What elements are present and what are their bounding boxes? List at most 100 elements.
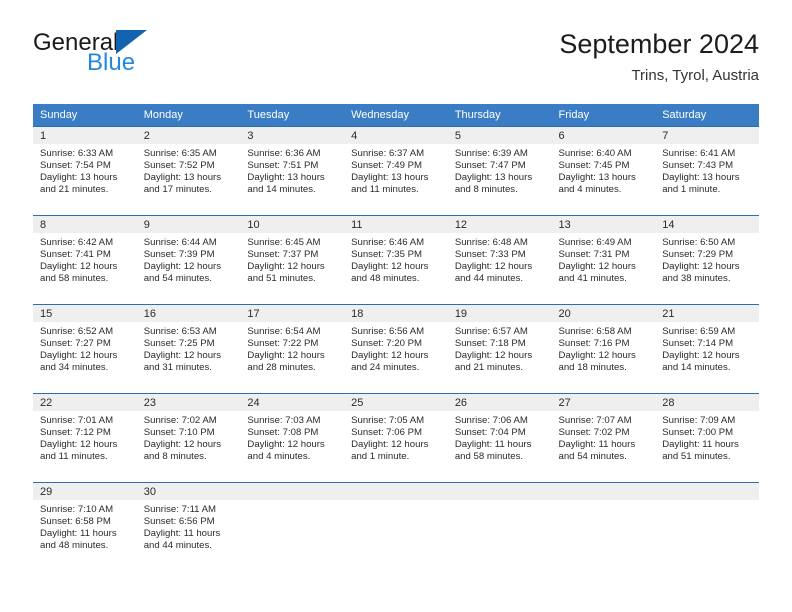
- day-cell[interactable]: 21 Sunrise: 6:59 AM Sunset: 7:14 PM Dayligh…: [655, 304, 759, 393]
- day-details: Sunrise: 7:11 AM Sunset: 6:56 PM Daylight:…: [137, 500, 241, 552]
- day-cell[interactable]: 7 Sunrise: 6:41 AM Sunset: 7:43 PM Daylight…: [655, 126, 759, 215]
- daylight-text-line1: Daylight: 11 hours: [143, 528, 221, 540]
- day-cell[interactable]: 26 Sunrise: 7:06 AM Sunset: 7:04 PM Dayligh…: [447, 393, 552, 482]
- day-cell[interactable]: 17 Sunrise: 6:54 AM Sunset: 7:22 PM Dayligh…: [240, 304, 345, 393]
- calendar-week-row: 22 Sunrise: 7:01 AM Sunset: 7:12 PM Dayligh…: [33, 393, 759, 482]
- day-details: Sunrise: 6:58 AM Sunset: 7:16 PM Daylight:…: [552, 322, 656, 374]
- daylight-text-line2: and 4 minutes.: [247, 451, 311, 463]
- daylight-text-line2: and 11 minutes.: [40, 451, 108, 463]
- day-cell[interactable]: 14 Sunrise: 6:50 AM Sunset: 7:29 PM Dayligh…: [655, 215, 759, 304]
- day-details: Sunrise: 6:45 AM Sunset: 7:37 PM Daylight:…: [240, 233, 344, 285]
- day-details: Sunrise: 6:49 AM Sunset: 7:31 PM Daylight:…: [552, 233, 656, 285]
- sunrise-text: Sunrise: 7:11 AM: [143, 504, 217, 515]
- day-cell[interactable]: 13 Sunrise: 6:49 AM Sunset: 7:31 PM Dayligh…: [551, 215, 656, 304]
- day-cell[interactable]: 28 Sunrise: 7:09 AM Sunset: 7:00 PM Dayligh…: [655, 393, 759, 482]
- sunset-text: Sunset: 7:33 PM: [454, 249, 526, 261]
- daylight-text-line2: and 4 minutes.: [558, 184, 622, 196]
- day-details: Sunrise: 6:52 AM Sunset: 7:27 PM Daylight:…: [33, 322, 137, 374]
- day-number: 11: [344, 216, 448, 233]
- sunrise-text: Sunrise: 6:33 AM: [40, 148, 114, 159]
- sunset-text: Sunset: 7:37 PM: [247, 249, 319, 261]
- daylight-text-line1: Daylight: 12 hours: [143, 261, 222, 273]
- day-number: 8: [33, 216, 137, 233]
- daylight-text-line2: and 58 minutes.: [40, 273, 109, 285]
- day-cell[interactable]: 12 Sunrise: 6:48 AM Sunset: 7:33 PM Dayligh…: [447, 215, 552, 304]
- brand-logo[interactable]: General Blue: [33, 26, 233, 90]
- sunset-text: Sunset: 7:31 PM: [558, 249, 630, 261]
- daylight-text-line2: and 58 minutes.: [454, 451, 524, 463]
- day-details: Sunrise: 6:46 AM Sunset: 7:35 PM Daylight:…: [344, 233, 448, 285]
- day-cell[interactable]: 10 Sunrise: 6:45 AM Sunset: 7:37 PM Dayligh…: [240, 215, 345, 304]
- day-cell[interactable]: 2 Sunrise: 6:35 AM Sunset: 7:52 PM Daylight…: [136, 126, 241, 215]
- daylight-text-line2: and 14 minutes.: [662, 362, 731, 374]
- daylight-text-line1: Daylight: 12 hours: [143, 439, 222, 451]
- day-cell[interactable]: 19 Sunrise: 6:57 AM Sunset: 7:18 PM Dayligh…: [447, 304, 552, 393]
- day-cell[interactable]: 18 Sunrise: 6:56 AM Sunset: 7:20 PM Dayligh…: [344, 304, 448, 393]
- day-cell[interactable]: 23 Sunrise: 7:02 AM Sunset: 7:10 PM Dayligh…: [136, 393, 241, 482]
- day-cell[interactable]: 25 Sunrise: 7:05 AM Sunset: 7:06 PM Dayligh…: [344, 393, 448, 482]
- sunset-text: Sunset: 7:35 PM: [351, 249, 423, 261]
- day-details: [344, 500, 448, 504]
- day-number: 9: [136, 216, 241, 233]
- day-cell[interactable]: 22 Sunrise: 7:01 AM Sunset: 7:12 PM Dayligh…: [33, 393, 137, 482]
- sunrise-text: Sunrise: 6:56 AM: [351, 326, 425, 337]
- day-cell[interactable]: 11 Sunrise: 6:46 AM Sunset: 7:35 PM Dayligh…: [344, 215, 448, 304]
- day-cell[interactable]: 27 Sunrise: 7:07 AM Sunset: 7:02 PM Dayligh…: [551, 393, 656, 482]
- day-number: 5: [447, 127, 552, 144]
- day-number: 30: [136, 483, 241, 500]
- day-cell[interactable]: 15 Sunrise: 6:52 AM Sunset: 7:27 PM Dayligh…: [33, 304, 137, 393]
- day-details: Sunrise: 7:05 AM Sunset: 7:06 PM Daylight:…: [344, 411, 448, 463]
- daylight-text-line1: Daylight: 11 hours: [454, 439, 532, 451]
- day-cell[interactable]: 24 Sunrise: 7:03 AM Sunset: 7:08 PM Dayligh…: [240, 393, 345, 482]
- weekday-header-monday: Monday: [136, 104, 241, 126]
- day-details: Sunrise: 7:10 AM Sunset: 6:58 PM Daylight:…: [33, 500, 137, 552]
- sunset-text: Sunset: 7:08 PM: [247, 427, 319, 439]
- daylight-text-line2: and 38 minutes.: [662, 273, 731, 285]
- day-details: Sunrise: 7:09 AM Sunset: 7:00 PM Daylight:…: [655, 411, 759, 463]
- day-cell[interactable]: 16 Sunrise: 6:53 AM Sunset: 7:25 PM Dayligh…: [136, 304, 241, 393]
- sunrise-text: Sunrise: 6:52 AM: [40, 326, 114, 337]
- day-cell-empty: [551, 482, 656, 571]
- daylight-text-line2: and 8 minutes.: [143, 451, 207, 463]
- day-cell[interactable]: 3 Sunrise: 6:36 AM Sunset: 7:51 PM Daylight…: [240, 126, 345, 215]
- day-number: 21: [655, 305, 759, 322]
- day-cell[interactable]: 20 Sunrise: 6:58 AM Sunset: 7:16 PM Dayligh…: [551, 304, 656, 393]
- day-cell[interactable]: 6 Sunrise: 6:40 AM Sunset: 7:45 PM Daylight…: [551, 126, 656, 215]
- daylight-text-line2: and 24 minutes.: [351, 362, 420, 374]
- day-number: 29: [33, 483, 137, 500]
- day-cell[interactable]: 1 Sunrise: 6:33 AM Sunset: 7:54 PM Daylight…: [33, 126, 137, 215]
- daylight-text-line2: and 1 minute.: [662, 184, 721, 196]
- daylight-text-line2: and 51 minutes.: [247, 273, 316, 285]
- day-cell[interactable]: 4 Sunrise: 6:37 AM Sunset: 7:49 PM Daylight…: [344, 126, 448, 215]
- day-number: 24: [240, 394, 345, 411]
- sunrise-text: Sunrise: 6:40 AM: [558, 148, 632, 159]
- day-number: 23: [136, 394, 241, 411]
- day-details: Sunrise: 7:02 AM Sunset: 7:10 PM Daylight:…: [137, 411, 241, 463]
- sunset-text: Sunset: 7:29 PM: [662, 249, 734, 261]
- daylight-text-line1: Daylight: 12 hours: [351, 439, 429, 451]
- page-subtitle: Trins, Tyrol, Austria: [631, 67, 759, 84]
- day-cell[interactable]: 30 Sunrise: 7:11 AM Sunset: 6:56 PM Dayligh…: [136, 482, 241, 571]
- day-cell-empty: [240, 482, 345, 571]
- day-cell[interactable]: 8 Sunrise: 6:42 AM Sunset: 7:41 PM Daylight…: [33, 215, 137, 304]
- day-cell[interactable]: 29 Sunrise: 7:10 AM Sunset: 6:58 PM Dayligh…: [33, 482, 137, 571]
- day-details: Sunrise: 6:44 AM Sunset: 7:39 PM Daylight:…: [137, 233, 241, 285]
- sunset-text: Sunset: 7:20 PM: [351, 338, 423, 350]
- day-details: Sunrise: 7:07 AM Sunset: 7:02 PM Daylight:…: [552, 411, 656, 463]
- day-number: 26: [447, 394, 552, 411]
- daylight-text-line2: and 48 minutes.: [40, 540, 109, 552]
- daylight-text-line2: and 31 minutes.: [143, 362, 212, 374]
- sunrise-text: Sunrise: 6:59 AM: [662, 326, 736, 337]
- calendar-week-row: 1 Sunrise: 6:33 AM Sunset: 7:54 PM Daylight…: [33, 126, 759, 215]
- daylight-text-line2: and 34 minutes.: [40, 362, 109, 374]
- sunrise-text: Sunrise: 6:54 AM: [247, 326, 321, 337]
- sunset-text: Sunset: 7:25 PM: [143, 338, 215, 350]
- day-cell[interactable]: 9 Sunrise: 6:44 AM Sunset: 7:39 PM Daylight…: [136, 215, 241, 304]
- day-number: 7: [655, 127, 759, 144]
- day-cell[interactable]: 5 Sunrise: 6:39 AM Sunset: 7:47 PM Daylight…: [447, 126, 552, 215]
- sunrise-text: Sunrise: 6:44 AM: [143, 237, 217, 248]
- daylight-text-line1: Daylight: 13 hours: [351, 172, 429, 184]
- sunrise-text: Sunrise: 6:57 AM: [454, 326, 528, 337]
- daylight-text-line2: and 21 minutes.: [40, 184, 109, 196]
- daylight-text-line2: and 54 minutes.: [558, 451, 627, 463]
